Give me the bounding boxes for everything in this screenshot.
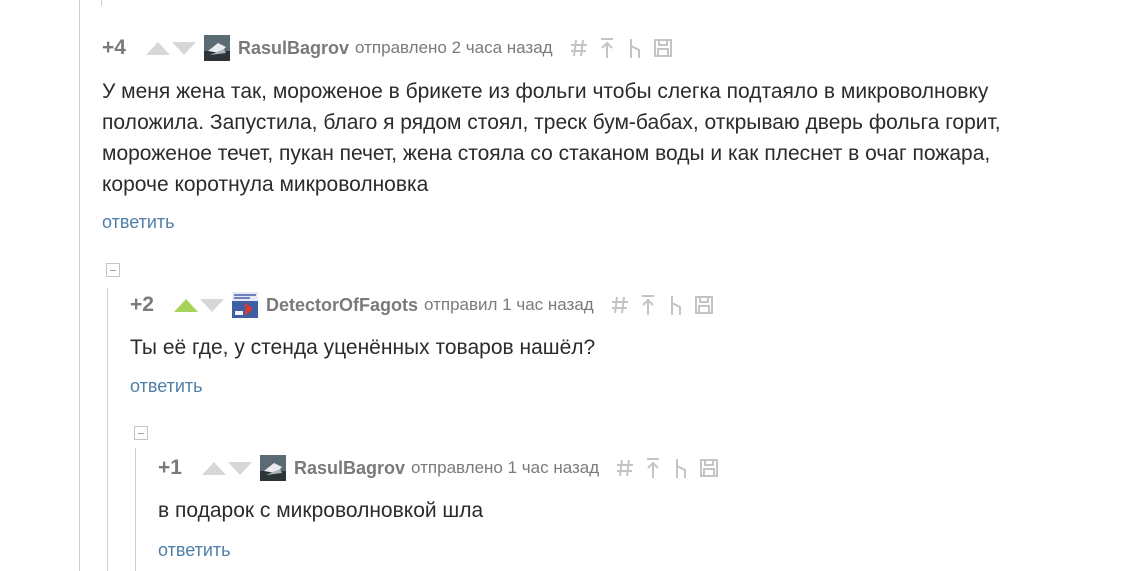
thread-line-level-1 [107, 288, 108, 571]
upvote-icon[interactable] [146, 41, 170, 55]
vote-controls [202, 461, 252, 475]
upvote-icon[interactable] [202, 461, 226, 475]
tree-icon[interactable] [671, 456, 691, 480]
comment-rating: +4 [102, 36, 126, 59]
author-name[interactable]: RasulBagrov [238, 38, 349, 59]
comment-header: +2 DetectorOfFagots отправил 1 час назад [130, 291, 722, 319]
comment-rating: +1 [158, 456, 182, 479]
save-icon[interactable] [653, 36, 673, 60]
comment-rating: +2 [130, 293, 154, 316]
comment-text: У меня жена так, мороженое в брикете из … [102, 80, 1001, 196]
reply-link[interactable]: ответить [158, 540, 231, 561]
up-arrow-icon[interactable] [638, 293, 658, 317]
comment-text: Ты её где, у стенда уценённых товаров на… [130, 336, 596, 359]
up-arrow-icon[interactable] [643, 456, 663, 480]
avatar[interactable] [204, 35, 230, 61]
vote-controls [146, 41, 196, 55]
reply-link[interactable]: ответить [130, 376, 203, 397]
comment-time[interactable]: отправил 1 час назад [424, 295, 594, 315]
comment-time[interactable]: отправлено 2 часа назад [355, 38, 553, 58]
comment-header: +1 RasulBagrov отправлено 1 час назад [158, 454, 727, 482]
thread-line-level-2 [135, 448, 136, 571]
comment-header: +4 RasulBagrov отправлено 2 часа назад [102, 34, 681, 62]
upvote-icon[interactable] [174, 298, 198, 312]
downvote-icon[interactable] [200, 298, 224, 312]
comment-text: в подарок с микроволновкой шла [158, 499, 484, 522]
collapse-thread-button[interactable] [134, 426, 148, 440]
tree-icon[interactable] [666, 293, 686, 317]
save-icon[interactable] [694, 293, 714, 317]
hash-icon[interactable] [569, 36, 589, 60]
up-arrow-icon[interactable] [597, 36, 617, 60]
vote-controls [174, 298, 224, 312]
collapse-thread-button[interactable] [106, 263, 120, 277]
downvote-icon[interactable] [172, 41, 196, 55]
avatar[interactable] [260, 455, 286, 481]
avatar[interactable] [232, 292, 258, 318]
save-icon[interactable] [699, 456, 719, 480]
thread-line-top [101, 0, 102, 6]
author-name[interactable]: RasulBagrov [294, 458, 405, 479]
tree-icon[interactable] [625, 36, 645, 60]
hash-icon[interactable] [615, 456, 635, 480]
reply-link[interactable]: ответить [102, 212, 175, 233]
comment-time[interactable]: отправлено 1 час назад [411, 458, 599, 478]
hash-icon[interactable] [610, 293, 630, 317]
author-name[interactable]: DetectorOfFagots [266, 295, 418, 316]
thread-line-level-0 [79, 0, 80, 571]
downvote-icon[interactable] [228, 461, 252, 475]
